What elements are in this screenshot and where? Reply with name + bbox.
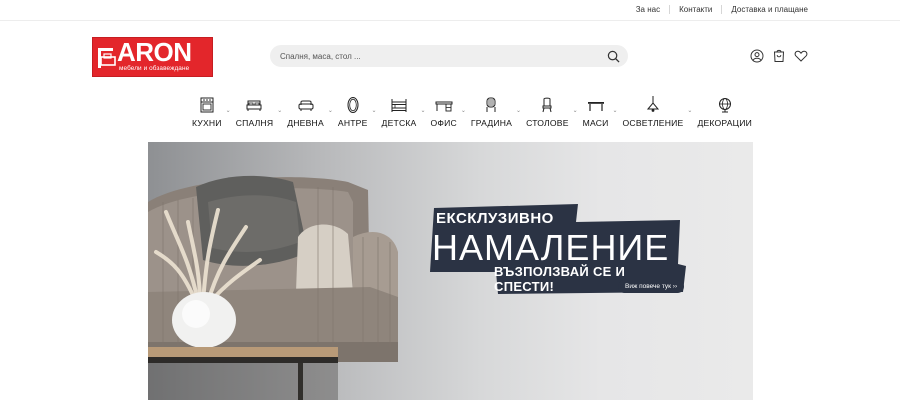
search-bar (270, 45, 628, 67)
chevron-down-icon: ⌄ (327, 108, 333, 114)
see-more-button[interactable]: Виж повече тук ›› (618, 280, 685, 293)
divider (669, 5, 671, 14)
category-label: КУХНИ (192, 118, 222, 128)
promo-line-1: ЕКСКЛУЗИВНО (436, 210, 554, 227)
bed-icon (246, 100, 262, 111)
contacts-link[interactable]: Контакти (679, 5, 712, 14)
table-icon (587, 102, 604, 111)
mirror-icon (347, 97, 359, 113)
category-bedroom[interactable]: СПАЛНЯ ⌄ (235, 96, 282, 128)
category-kitchens[interactable]: КУХНИ ⌄ (192, 96, 231, 128)
category-office[interactable]: ОФИС ⌄ (430, 96, 466, 128)
category-label: ОСВЕТЛЕНИЕ (622, 118, 684, 128)
category-label: ДЕКОРАЦИИ (697, 118, 752, 128)
cart-icon[interactable] (772, 49, 786, 63)
category-label: ГРАДИНА (470, 118, 513, 128)
chevron-down-icon: ⌄ (460, 108, 466, 114)
lamp-icon (646, 96, 660, 112)
chevron-down-icon: ⌄ (371, 108, 377, 114)
category-label: ДНЕВНА (287, 118, 324, 128)
promo-line-2: НАМАЛЕНИЕ (432, 227, 670, 268)
category-nav: КУХНИ ⌄ СПАЛНЯ ⌄ ДНЕВНА ⌄ АНТРЕ ⌄ ДЕТСКА… (192, 96, 766, 128)
delivery-link[interactable]: Доставка и плащане (731, 5, 808, 14)
chevron-down-icon: ⌄ (687, 108, 693, 114)
chevron-down-icon: ⌄ (572, 108, 578, 114)
category-living-room[interactable]: ДНЕВНА ⌄ (287, 96, 333, 128)
category-garden[interactable]: ГРАДИНА ⌄ (470, 96, 521, 128)
heart-icon[interactable] (794, 49, 808, 63)
top-links: За нас Контакти Доставка и плащане (636, 5, 808, 14)
desk-icon (435, 101, 453, 112)
category-tables[interactable]: МАСИ ⌄ (582, 96, 618, 128)
search-icon[interactable] (607, 50, 620, 63)
logo[interactable]: ARON мебели и обзавеждане (92, 37, 213, 77)
category-label: СТОЛОВЕ (526, 118, 569, 128)
category-kids[interactable]: ДЕТСКА ⌄ (381, 96, 426, 128)
category-hallway[interactable]: АНТРЕ ⌄ (337, 96, 377, 128)
chair-icon (542, 97, 552, 113)
divider (721, 5, 723, 14)
chevron-down-icon: ⌄ (225, 108, 231, 114)
category-label: СПАЛНЯ (235, 118, 274, 128)
category-label: ОФИС (430, 118, 457, 128)
logo-brand: ARON (117, 37, 192, 67)
logo-tagline: мебели и обзавеждане (119, 65, 190, 72)
category-label: МАСИ (582, 118, 609, 128)
chevron-down-icon: ⌄ (516, 108, 522, 114)
search-input[interactable] (280, 49, 600, 63)
category-decor[interactable]: ДЕКОРАЦИИ (697, 96, 752, 128)
vase-icon (718, 98, 731, 113)
chevron-down-icon: ⌄ (612, 108, 618, 114)
chevron-down-icon: ⌄ (277, 108, 283, 114)
user-icon[interactable] (750, 49, 764, 63)
category-lighting[interactable]: ОСВЕТЛЕНИЕ ⌄ (622, 96, 692, 128)
hero-banner[interactable]: ЕКСКЛУЗИВНО НАМАЛЕНИЕ ВЪЗПОЛЗВАЙ СЕ И СП… (148, 142, 753, 400)
about-link[interactable]: За нас (636, 5, 660, 14)
top-utility-bar: За нас Контакти Доставка и плащане (0, 0, 900, 21)
sofa-icon (298, 100, 314, 111)
category-label: АНТРЕ (337, 118, 368, 128)
oven-icon (200, 97, 214, 113)
garden-chair-icon (486, 97, 496, 112)
bunk-bed-icon (391, 99, 407, 112)
logo-mark-icon (98, 48, 116, 68)
category-chairs[interactable]: СТОЛОВЕ ⌄ (526, 96, 578, 128)
chevron-down-icon: ⌄ (420, 108, 426, 114)
category-label: ДЕТСКА (381, 118, 417, 128)
